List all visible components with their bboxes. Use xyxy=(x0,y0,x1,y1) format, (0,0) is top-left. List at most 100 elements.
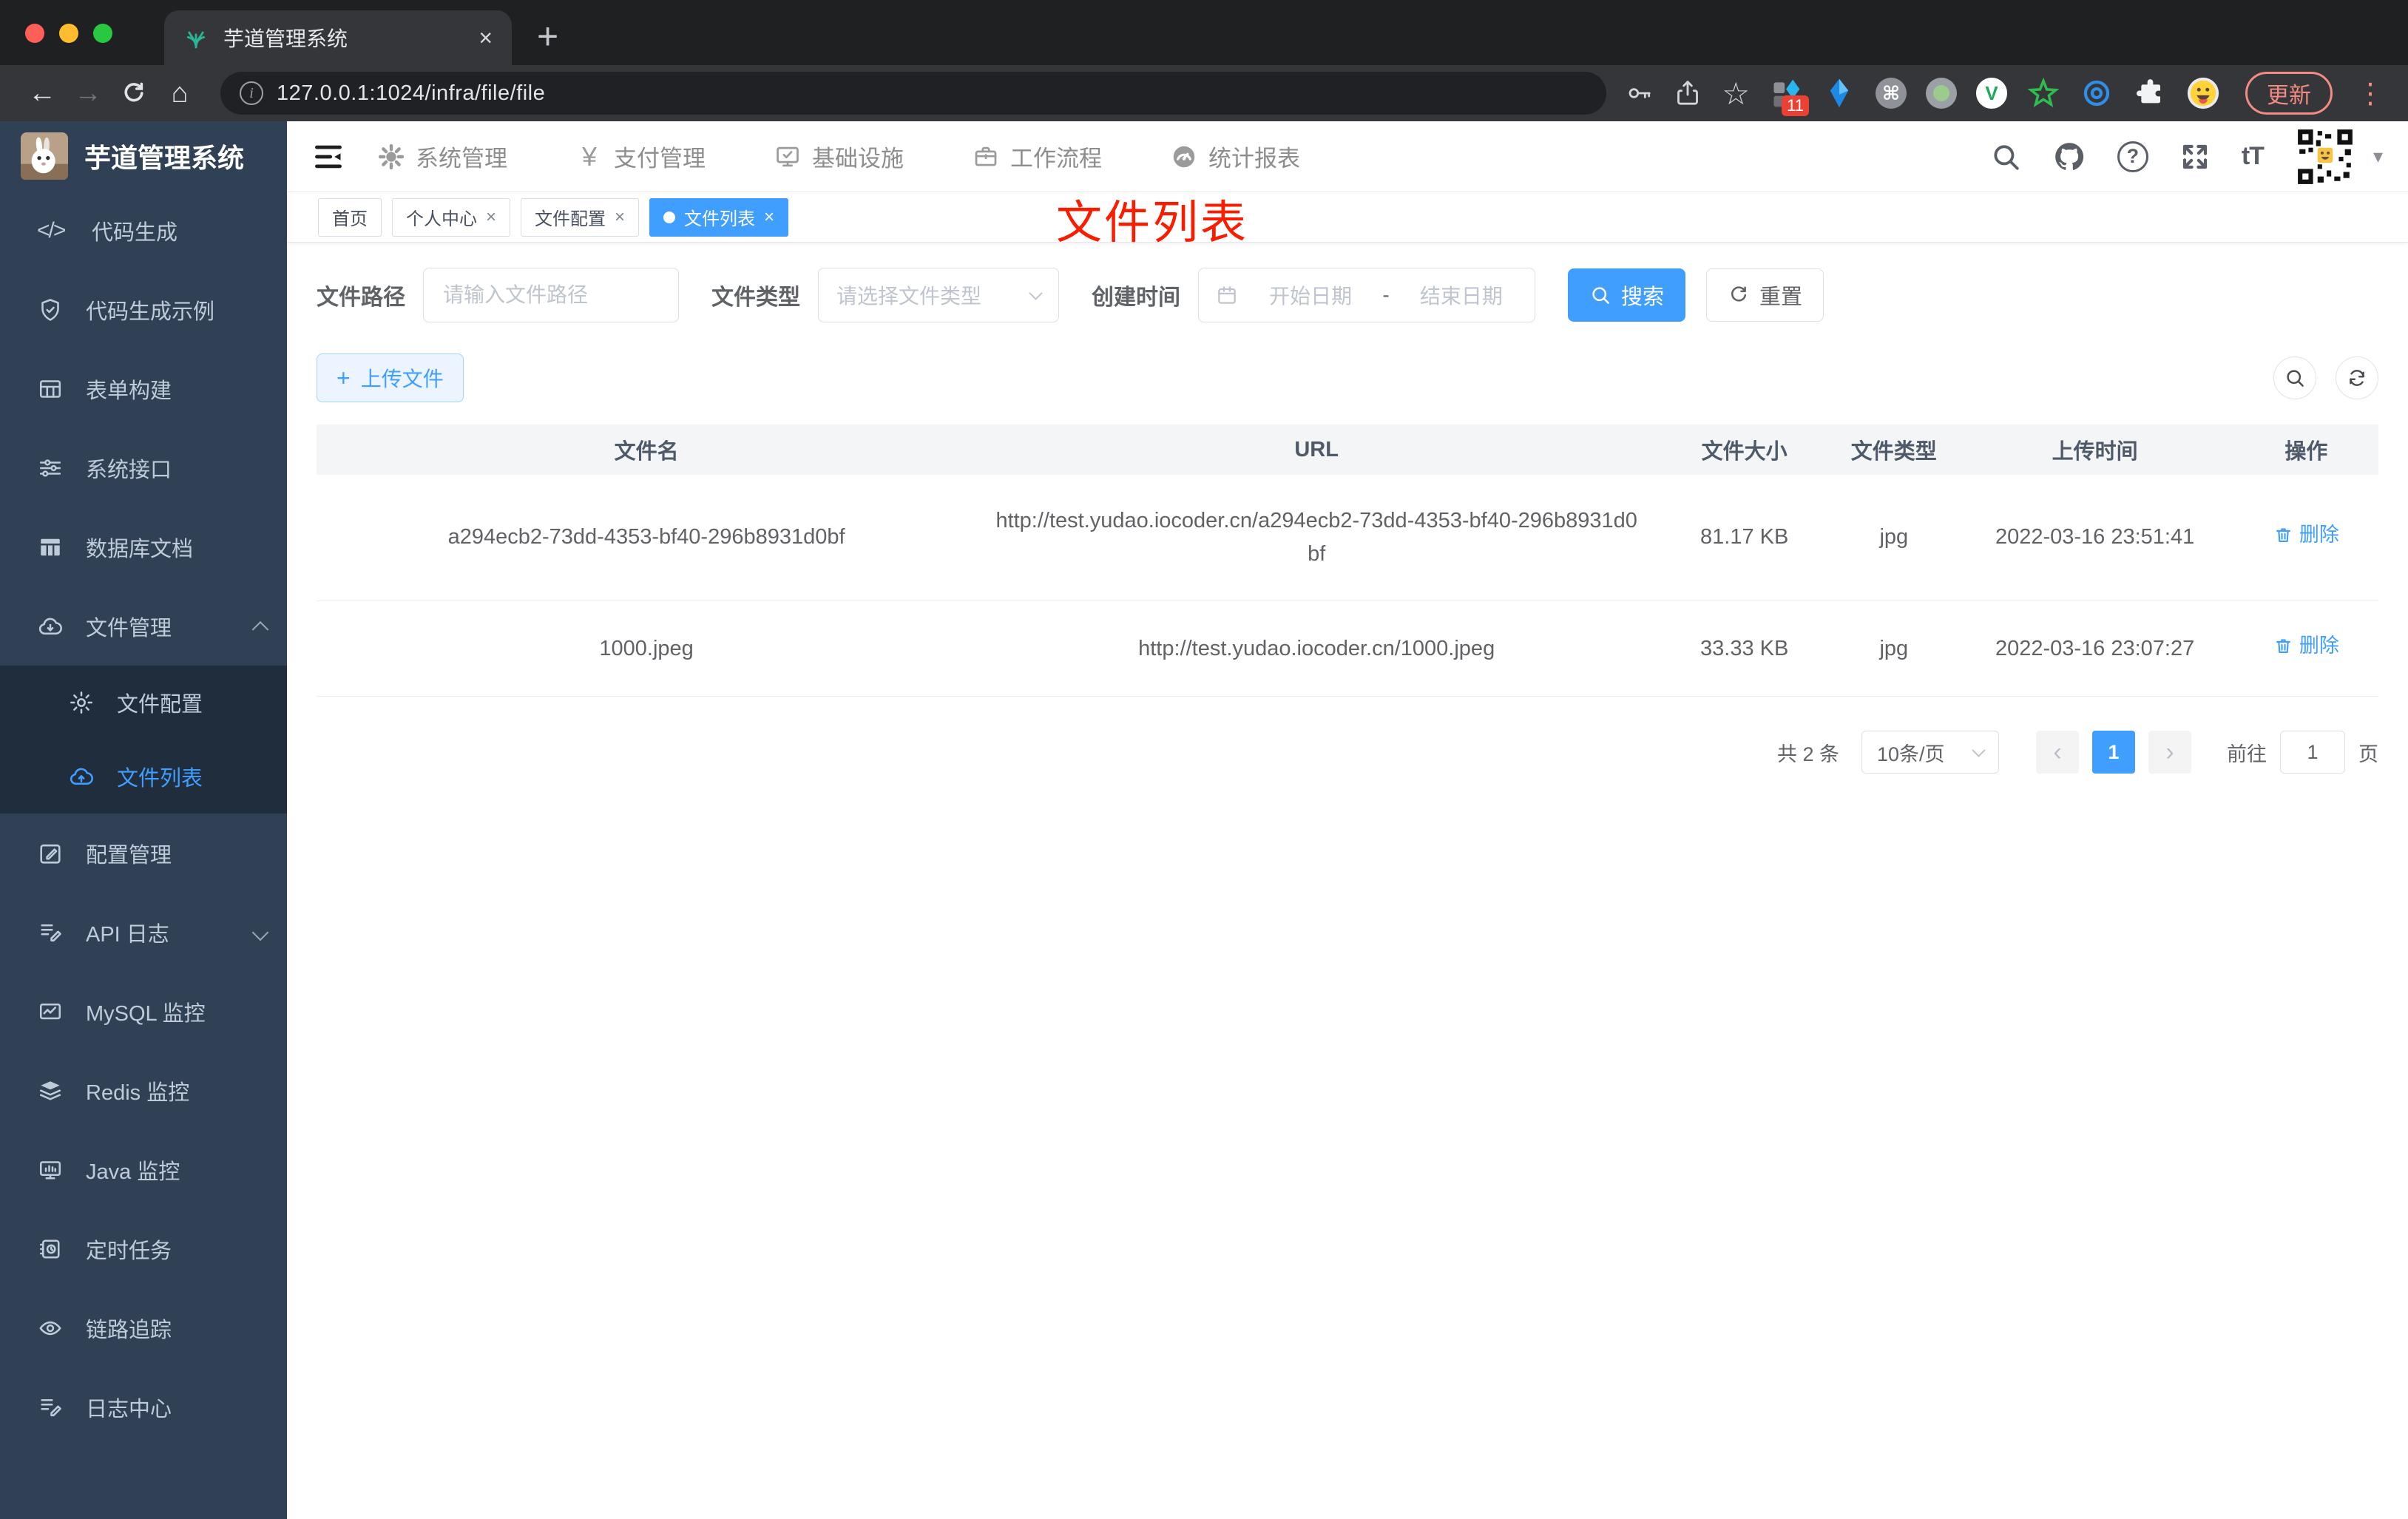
topnav-item-system[interactable]: 系统管理 xyxy=(377,140,507,173)
tag-file-config[interactable]: 文件配置 × xyxy=(521,197,640,237)
sidebar-submenu-file: 文件配置 文件列表 xyxy=(0,666,287,813)
avatar-caret-icon[interactable]: ▾ xyxy=(2373,145,2383,168)
extension-kite-icon[interactable] xyxy=(1822,76,1856,110)
search-button[interactable]: 搜索 xyxy=(1568,268,1686,322)
new-tab-button[interactable]: + xyxy=(537,18,558,55)
show-search-button[interactable] xyxy=(2273,356,2316,399)
window-minimize-button[interactable] xyxy=(59,24,78,43)
sidebar-item-config-management[interactable]: 配置管理 xyxy=(0,813,287,893)
chrome-update-button[interactable]: 更新 xyxy=(2245,72,2333,115)
tag-home[interactable]: 首页 xyxy=(318,197,382,237)
table-header-row: 文件名 URL 文件大小 文件类型 上传时间 操作 xyxy=(317,424,2378,475)
tab-close-icon[interactable]: × xyxy=(478,26,493,50)
sidebar-item-db-doc[interactable]: 数据库文档 xyxy=(0,507,287,586)
goto-label: 前往 xyxy=(2227,742,2267,765)
share-icon[interactable] xyxy=(1673,78,1702,108)
profile-avatar-emoji[interactable] xyxy=(2186,76,2220,110)
extension-grid-kite-icon[interactable]: 11 xyxy=(1769,76,1809,116)
font-size-icon[interactable]: tT xyxy=(2242,142,2265,171)
sidebar-item-api-log[interactable]: API 日志 xyxy=(0,893,287,972)
table-row: a294ecb2-73dd-4353-bf40-296b8931d0bf htt… xyxy=(317,475,2378,601)
reload-icon[interactable] xyxy=(121,80,147,106)
sidebar-item-form-builder[interactable]: 表单构建 xyxy=(0,349,287,428)
reset-button[interactable]: 重置 xyxy=(1706,268,1824,322)
chevron-down-icon xyxy=(1972,743,1986,757)
home-icon[interactable]: ⌂ xyxy=(157,78,203,109)
sidebar-item-system-api[interactable]: 系统接口 xyxy=(0,428,287,507)
date-end-placeholder[interactable]: 结束日期 xyxy=(1404,280,1518,310)
monitor-check-icon xyxy=(777,146,799,166)
address-bar[interactable]: i 127.0.0.1:1024/infra/file/file xyxy=(220,72,1607,115)
topnav-item-workflow[interactable]: 工作流程 xyxy=(972,140,1102,173)
search-icon[interactable] xyxy=(1990,141,2021,172)
tag-file-list[interactable]: 文件列表 × xyxy=(649,197,789,237)
fullscreen-icon[interactable] xyxy=(2179,141,2211,172)
table-row: 1000.jpeg http://test.yudao.iocoder.cn/1… xyxy=(317,601,2378,697)
sidebar-item-log-center[interactable]: 日志中心 xyxy=(0,1367,287,1447)
tag-close-icon[interactable]: × xyxy=(486,207,496,228)
help-icon[interactable]: ? xyxy=(2117,141,2148,172)
refresh-table-button[interactable] xyxy=(2336,356,2378,399)
tag-close-icon[interactable]: × xyxy=(764,207,774,228)
app-header: 系统管理 ¥ 支付管理 基础设施 工作流程 统计报表 ? tT ▾ xyxy=(287,121,2408,192)
col-size: 文件大小 xyxy=(1657,424,1833,475)
file-path-input[interactable] xyxy=(423,268,679,322)
form-grid-icon xyxy=(39,379,61,398)
date-start-placeholder[interactable]: 开始日期 xyxy=(1254,280,1367,310)
delete-button[interactable]: 删除 xyxy=(2273,520,2339,551)
cloud-download-icon xyxy=(38,618,62,635)
sidebar-item-scheduled-tasks[interactable]: 定时任务 xyxy=(0,1209,287,1288)
col-actions: 操作 xyxy=(2233,424,2378,475)
browser-tab[interactable]: 芋道管理系统 × xyxy=(164,10,512,65)
browser-actions: ☆ 11 ⌘ V 更新 ⋮ xyxy=(1624,72,2389,116)
topnav-item-reports[interactable]: 统计报表 xyxy=(1170,140,1300,173)
sidebar-item-file-config[interactable]: 文件配置 xyxy=(0,666,287,740)
browser-menu-icon[interactable]: ⋮ xyxy=(2352,77,2389,110)
current-page-button[interactable]: 1 xyxy=(2092,731,2135,774)
sidebar-item-file-list[interactable]: 文件列表 xyxy=(0,740,287,813)
topnav-item-infrastructure[interactable]: 基础设施 xyxy=(774,140,904,173)
extension-command-icon[interactable]: ⌘ xyxy=(1876,78,1907,109)
sidebar-item-code-generation[interactable]: </> 代码生成 xyxy=(0,191,287,270)
file-type-select[interactable]: 请选择文件类型 xyxy=(818,268,1059,322)
tag-close-icon[interactable]: × xyxy=(615,207,625,228)
app-title: 芋道管理系统 xyxy=(84,143,245,173)
extension-v-icon[interactable]: V xyxy=(1976,78,2007,109)
user-avatar-qr[interactable] xyxy=(2294,126,2355,187)
date-range-picker[interactable]: 开始日期 - 结束日期 xyxy=(1198,268,1535,322)
extensions-puzzle-icon[interactable] xyxy=(2133,76,2167,110)
extension-star-icon[interactable] xyxy=(2026,76,2060,110)
app-window: 芋道管理系统 </> 代码生成 代码生成示例 表单构建 系统接口 数据库文档 文… xyxy=(0,121,2408,1519)
layers-icon xyxy=(39,1080,61,1100)
sidebar-logo[interactable]: 芋道管理系统 xyxy=(0,121,287,191)
goto-page-input[interactable] xyxy=(2280,731,2345,774)
next-page-button[interactable]: › xyxy=(2148,731,2191,774)
prev-page-button[interactable]: ‹ xyxy=(2036,731,2079,774)
cloud-upload-icon xyxy=(70,768,93,785)
site-info-icon[interactable]: i xyxy=(240,81,263,105)
github-icon[interactable] xyxy=(2052,140,2086,174)
cell-url: http://test.yudao.iocoder.cn/1000.jpeg xyxy=(976,601,1657,697)
sidebar-item-tracing[interactable]: 链路追踪 xyxy=(0,1288,287,1367)
sidebar-item-java-monitor[interactable]: Java 监控 xyxy=(0,1130,287,1209)
back-icon[interactable]: ← xyxy=(19,78,65,109)
sidebar-item-redis-monitor[interactable]: Redis 监控 xyxy=(0,1051,287,1130)
tag-profile[interactable]: 个人中心 × xyxy=(392,197,511,237)
sidebar-collapse-icon[interactable] xyxy=(312,141,345,173)
delete-button[interactable]: 删除 xyxy=(2273,631,2339,662)
window-close-button[interactable] xyxy=(25,24,44,43)
page-size-select[interactable]: 10条/页 xyxy=(1861,731,1999,774)
forward-icon[interactable]: → xyxy=(65,78,111,109)
extension-dot-icon[interactable] xyxy=(1926,78,1957,109)
topnav-item-payment[interactable]: ¥ 支付管理 xyxy=(575,140,706,173)
sidebar-item-mysql-monitor[interactable]: MySQL 监控 xyxy=(0,972,287,1051)
bookmark-star-icon[interactable]: ☆ xyxy=(1722,75,1750,112)
url-text[interactable]: 127.0.0.1:1024/infra/file/file xyxy=(277,81,545,106)
col-type: 文件类型 xyxy=(1832,424,1956,475)
window-zoom-button[interactable] xyxy=(93,24,112,43)
password-key-icon[interactable] xyxy=(1624,78,1654,108)
upload-file-button[interactable]: + 上传文件 xyxy=(317,353,464,402)
sidebar-item-file-management[interactable]: 文件管理 xyxy=(0,586,287,666)
sidebar-item-code-example[interactable]: 代码生成示例 xyxy=(0,270,287,349)
extension-eye-icon[interactable] xyxy=(2080,76,2114,110)
